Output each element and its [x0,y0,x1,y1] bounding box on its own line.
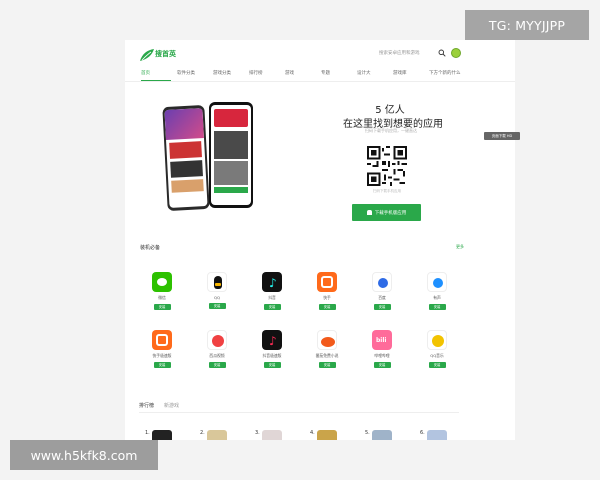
rank-app-icon[interactable] [151,430,172,440]
install-button[interactable]: 安装 [318,304,336,310]
music-icon[interactable] [427,272,447,292]
search-icon[interactable] [438,49,446,57]
download-app-button[interactable]: 下载手机版应用 [352,204,421,221]
rank-app-icon[interactable] [316,430,337,440]
app-name: 微信 [158,295,166,300]
user-avatar[interactable] [451,48,461,58]
hero-subtitle: 扫码下载手机应用，一键直达 [365,128,417,133]
app-name: 番茄免费小说 [315,353,339,358]
site-header: 搜首英 搜索安卓应用和游戏 首页 软件分类 游戏分类 排行榜 游戏 专题 设计大 游戏库 下方个… [125,40,515,82]
app-tile[interactable]: 西瓜视频 安装 [202,330,232,368]
side-tooltip[interactable]: 页面下载 HD [484,132,520,140]
install-button[interactable]: 安装 [373,362,391,368]
phone-mockup-back [162,104,210,212]
rank-number: 2. [200,430,205,436]
qr-caption: 扫码下载手机应用 [373,189,401,193]
rank-app-icon[interactable] [261,430,282,440]
tiktok-lite-icon[interactable]: ♪ [262,330,282,350]
kuaishou-icon[interactable] [317,272,337,292]
ranking-tabs: 排行榜 新游戏 [139,402,179,409]
install-button[interactable]: 安装 [428,304,446,310]
install-button[interactable]: 安装 [153,362,171,368]
ranking-tab-1[interactable]: 新游戏 [164,402,179,409]
app-tile[interactable]: 快手 安装 [312,272,342,310]
app-tile[interactable]: 快手极速版 安装 [147,330,177,368]
app-tile[interactable]: 百度 安装 [367,272,397,310]
baidu-icon[interactable] [372,272,392,292]
tiktok-icon[interactable]: ♪ [262,272,282,292]
rank-app-icon[interactable] [371,430,392,440]
wechat-icon[interactable] [152,272,172,292]
app-name: 西瓜视频 [209,353,225,358]
qr-code-image [367,146,407,186]
ranking-item[interactable]: 4. [310,430,337,440]
app-name: 快手极速版 [152,353,172,358]
install-button[interactable]: 安装 [208,303,226,309]
bilibili-icon[interactable]: bili [372,330,392,350]
app-name: 哔哩哔哩 [374,353,390,358]
qq-icon[interactable] [207,272,227,292]
fanqie-icon[interactable] [317,330,337,350]
install-button[interactable]: 安装 [318,362,336,368]
install-button[interactable]: 安装 [373,304,391,310]
ranking-item[interactable]: 3. [255,430,282,440]
ranking-item[interactable]: 6. [420,430,447,440]
rank-number: 1. [145,430,150,436]
app-tile[interactable]: QQ音乐安装 [422,330,452,368]
ranking-item[interactable]: 5. [365,430,392,440]
app-tile[interactable]: ♪ 抖音安装 [257,272,287,310]
app-name: 抖音 [268,295,276,300]
app-tile[interactable]: 番茄免费小说 安装 [312,330,342,368]
ranking-divider [139,412,459,413]
kuaishou-lite-icon[interactable] [152,330,172,350]
screenshot-stage: 搜首英 搜索安卓应用和游戏 首页 软件分类 游戏分类 排行榜 游戏 专题 设计大 游戏库 下方个… [0,0,600,480]
rank-app-icon[interactable] [426,430,447,440]
install-button[interactable]: 安装 [208,362,226,368]
header-divider [125,81,515,82]
rank-number: 3. [255,430,260,436]
ranking-item[interactable]: 1. [145,430,172,440]
install-button[interactable]: 安装 [153,304,171,310]
search-input[interactable]: 搜索安卓应用和游戏 [379,50,433,56]
qqmusic-icon[interactable] [427,330,447,350]
install-button[interactable]: 安装 [263,304,281,310]
app-tile[interactable]: bili 哔哩哔哩安装 [367,330,397,368]
section-more-link[interactable]: 更多 [456,244,464,250]
ranking-item[interactable]: 2. [200,430,227,440]
app-tile[interactable]: QQ 安装 [202,272,232,309]
app-store-page: 搜首英 搜索安卓应用和游戏 首页 软件分类 游戏分类 排行榜 游戏 专题 设计大 游戏库 下方个… [125,40,515,440]
rank-number: 6. [420,430,425,436]
install-button[interactable]: 安装 [263,362,281,368]
app-name: 有声 [433,295,441,300]
app-name: 快手 [323,295,331,300]
rank-number: 5. [365,430,370,436]
xigua-icon[interactable] [207,330,227,350]
rank-app-icon[interactable] [206,430,227,440]
site-watermark: www.h5kfk8.com [10,440,158,470]
install-button[interactable]: 安装 [428,362,446,368]
ranking-tab-0[interactable]: 排行榜 [139,402,154,409]
app-tile[interactable]: ♪ 抖音极速版安装 [257,330,287,368]
app-name: 抖音极速版 [262,353,282,358]
section-title: 装机必备 [140,245,161,251]
download-app-label: 下载手机版应用 [374,210,407,216]
leaf-logo-icon[interactable] [139,48,155,62]
brand-name[interactable]: 搜首英 [155,49,176,59]
app-name: 百度 [378,295,386,300]
tg-contact-overlay: TG: MYYJJPP [465,10,589,40]
rank-number: 4. [310,430,315,436]
app-name: QQ音乐 [430,353,444,358]
phone-mockup-front [209,102,253,208]
hero-user-count: 5 亿人 [375,105,405,116]
app-tile[interactable]: 有声 安装 [422,272,452,310]
android-icon [366,210,372,215]
app-name: QQ [214,295,220,300]
app-tile[interactable]: 微信 安装 [147,272,177,310]
